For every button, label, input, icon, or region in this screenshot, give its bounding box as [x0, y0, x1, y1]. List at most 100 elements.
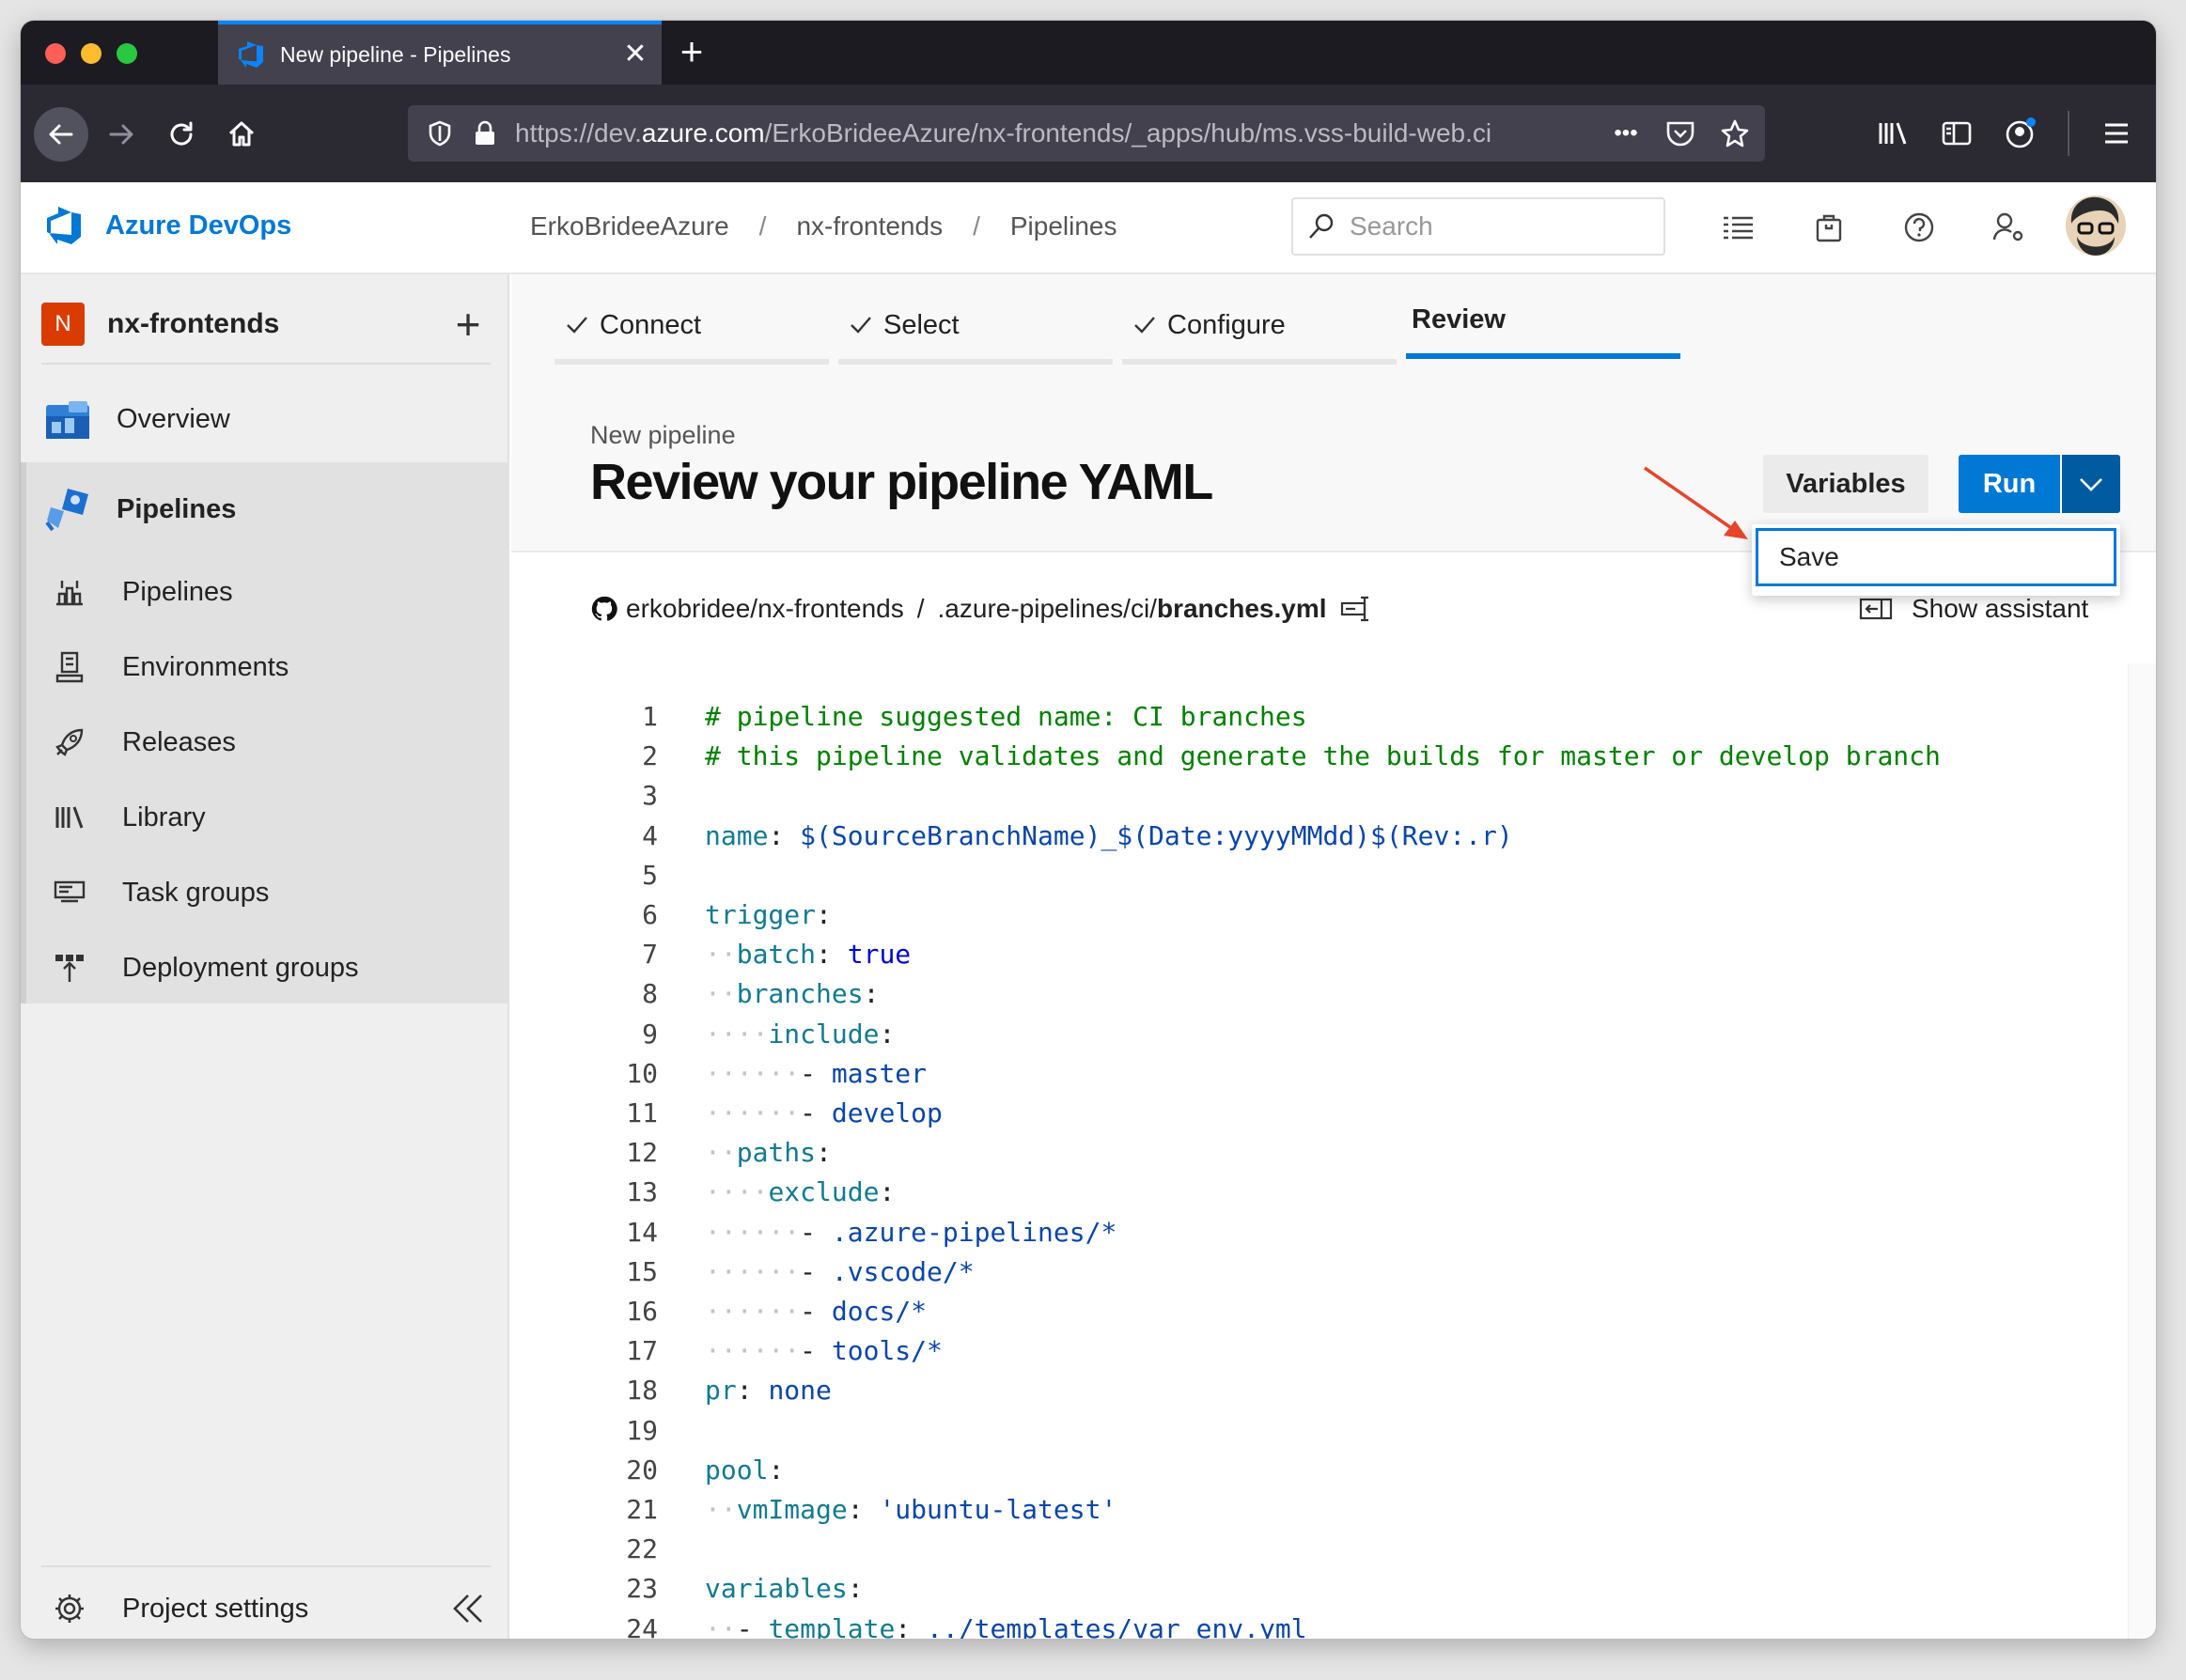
collapse-sidebar-icon[interactable]	[445, 1586, 491, 1631]
forward-button[interactable]	[94, 107, 148, 162]
maximize-window-button[interactable]	[117, 43, 137, 64]
wizard-step-connect[interactable]: Connect	[554, 297, 829, 365]
line-number: 17	[626, 1335, 658, 1367]
code-line: 12 ··paths:	[511, 1133, 2118, 1173]
avatar[interactable]	[2066, 195, 2126, 256]
line-number: 23	[626, 1573, 658, 1605]
deployment-groups-icon	[51, 949, 88, 987]
code-line: 10 ······- master	[511, 1054, 2118, 1094]
lock-icon[interactable]	[470, 118, 500, 148]
bookmark-star-icon[interactable]	[1716, 115, 1754, 152]
wizard-step-review[interactable]: Review	[1406, 291, 1680, 359]
assistant-panel-icon	[1859, 598, 1893, 620]
line-number: 2	[642, 740, 658, 772]
search-box[interactable]	[1291, 197, 1665, 256]
azure-devops-logo-icon	[47, 207, 81, 244]
help-icon[interactable]	[1897, 205, 1942, 250]
line-number: 18	[626, 1375, 658, 1407]
line-number: 21	[626, 1494, 658, 1525]
tab-close-icon[interactable]: ✕	[609, 40, 662, 69]
add-icon[interactable]: +	[445, 303, 491, 346]
work-items-icon[interactable]	[1716, 205, 1761, 250]
back-button[interactable]	[34, 107, 88, 162]
line-number: 1	[642, 701, 658, 732]
url-text[interactable]: https://dev.azure.com/ErkoBrideeAzure/nx…	[515, 118, 1539, 148]
menu-hamburger-icon[interactable]	[2094, 111, 2139, 156]
project-header[interactable]: N nx-frontends +	[41, 295, 491, 353]
environments-icon	[51, 648, 88, 686]
code-line: 23 variables:	[511, 1569, 2118, 1609]
sidebar: N nx-frontends + Overview Pipelines Pipe…	[21, 274, 509, 1639]
sidebar-toggle-icon[interactable]	[1934, 111, 1979, 156]
variables-button[interactable]: Variables	[1763, 455, 1928, 513]
wizard-step-configure[interactable]: Configure	[1122, 297, 1397, 365]
task-groups-icon	[51, 874, 88, 911]
sidebar-item-releases[interactable]: Releases	[21, 705, 509, 780]
new-tab-button[interactable]: +	[671, 32, 712, 71]
check-icon	[567, 317, 587, 334]
code-text: pr: none	[705, 1375, 832, 1407]
save-menu-item[interactable]: Save	[1756, 528, 2116, 586]
account-icon[interactable]	[1998, 111, 2043, 156]
sidebar-item-deployment-groups[interactable]: Deployment groups	[21, 930, 509, 1005]
code-text: ··- template: ../templates/var_env.yml	[705, 1612, 1307, 1639]
breadcrumb-project[interactable]: nx-frontends	[796, 211, 943, 241]
code-line: 3	[511, 776, 2118, 816]
page-actions-icon[interactable]: •••	[1607, 115, 1645, 152]
wizard-step-select[interactable]: Select	[838, 297, 1113, 365]
sidebar-item-pipelines-list[interactable]: Pipelines	[21, 554, 509, 630]
project-settings[interactable]: Project settings	[41, 1580, 491, 1637]
releases-icon	[51, 723, 88, 761]
code-line: 13 ····exclude:	[511, 1173, 2118, 1212]
sidebar-item-overview[interactable]: Overview	[21, 374, 509, 464]
search-input[interactable]	[1350, 211, 1650, 241]
repo-name[interactable]: erkobridee/nx-frontends	[626, 594, 904, 624]
home-icon	[228, 121, 255, 147]
code-text: ······- master	[705, 1057, 928, 1089]
code-text: ······- docs/*	[705, 1296, 928, 1327]
reload-button[interactable]	[154, 107, 209, 162]
check-icon	[851, 317, 871, 334]
code-line: 11 ······- develop	[511, 1094, 2118, 1133]
code-line: 6 trigger:	[511, 895, 2118, 935]
url-bar[interactable]: https://dev.azure.com/ErkoBrideeAzure/nx…	[408, 105, 1765, 162]
tracking-shield-icon[interactable]	[425, 118, 455, 148]
yaml-editor[interactable]: 1 # pipeline suggested name: CI branches 2…	[511, 663, 2156, 1639]
code-line: 8 ··branches:	[511, 974, 2118, 1014]
line-number: 7	[642, 939, 658, 971]
line-number: 6	[642, 899, 658, 930]
run-dropdown-button[interactable]	[2062, 455, 2120, 513]
show-assistant-button[interactable]: Show assistant	[1859, 594, 2088, 624]
browser-tab[interactable]: New pipeline - Pipelines ✕	[218, 21, 662, 85]
file-path: erkobridee/nx-frontends / .azure-pipelin…	[590, 594, 1374, 624]
ado-logo[interactable]: Azure DevOps	[43, 205, 291, 246]
project-name: nx-frontends	[107, 308, 280, 339]
breadcrumb-org[interactable]: ErkoBrideeAzure	[530, 211, 729, 241]
close-window-button[interactable]	[45, 43, 66, 64]
line-number: 19	[626, 1414, 658, 1446]
run-button[interactable]: Run	[1959, 455, 2060, 513]
code-text: pool:	[705, 1454, 785, 1486]
user-settings-icon[interactable]	[1987, 205, 2032, 250]
sidebar-item-task-groups[interactable]: Task groups	[21, 855, 509, 930]
breadcrumb-pipelines[interactable]: Pipelines	[1010, 211, 1117, 241]
editor-scrollbar[interactable]	[2128, 663, 2156, 1639]
sidebar-item-environments[interactable]: Environments	[21, 630, 509, 705]
overview-icon	[41, 393, 94, 445]
search-icon	[1309, 213, 1334, 239]
github-icon	[591, 596, 617, 621]
rename-file-icon[interactable]	[1340, 595, 1374, 623]
sidebar-item-pipelines[interactable]: Pipelines	[21, 464, 509, 554]
marketplace-bag-icon[interactable]	[1806, 205, 1851, 250]
code-line: 9 ····include:	[511, 1015, 2118, 1054]
browser-window: New pipeline - Pipelines ✕ + https://dev…	[21, 21, 2156, 1639]
library-icon[interactable]	[1870, 111, 1915, 156]
pocket-icon[interactable]	[1662, 115, 1699, 152]
minimize-window-button[interactable]	[81, 43, 101, 64]
annotation-arrow	[1644, 466, 1748, 539]
forward-arrow-icon	[109, 124, 133, 145]
home-button[interactable]	[214, 107, 269, 162]
azure-devops-favicon-icon	[239, 41, 263, 68]
code-text: ··batch: true	[705, 939, 912, 971]
sidebar-item-library[interactable]: Library	[21, 780, 509, 855]
